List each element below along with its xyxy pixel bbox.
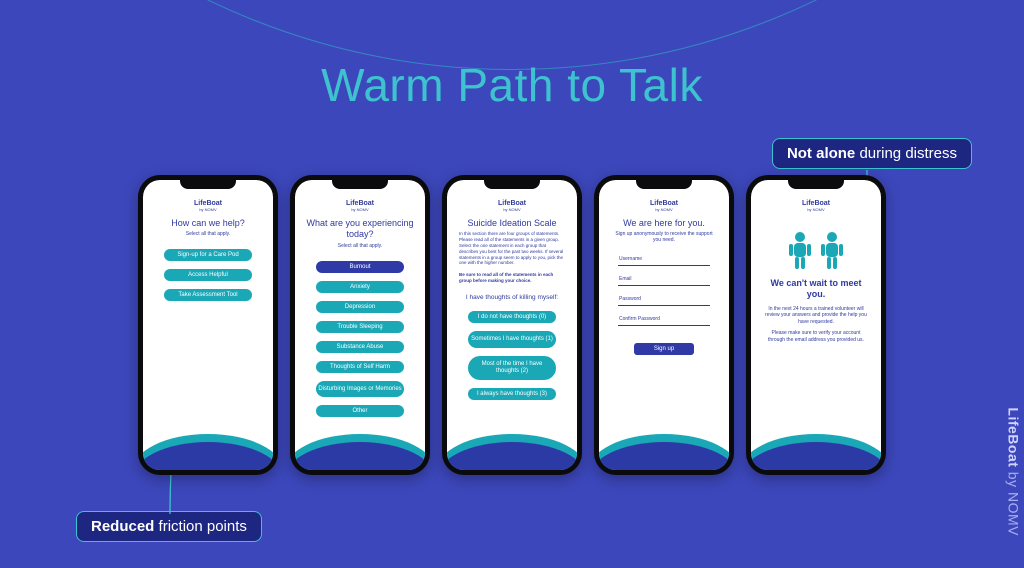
answer-1[interactable]: Sometimes I have thoughts (1) — [468, 331, 556, 348]
username-field[interactable]: Username — [618, 256, 710, 266]
screen-how-can-we-help: LifeBoat by NOMV How can we help? Select… — [143, 180, 273, 470]
side-brand-main: LifeBoat — [1006, 407, 1022, 467]
app-brand: LifeBoat — [650, 200, 678, 207]
app-brand-sub: by NOMV — [655, 207, 672, 212]
app-brand: LifeBoat — [498, 200, 526, 207]
option-self-harm[interactable]: Thoughts of Self Harm — [316, 361, 404, 373]
screen4-sub: Sign up anonymously to receive the suppo… — [605, 231, 723, 243]
screen3-question: I have thoughts of killing myself: — [462, 294, 562, 301]
screen5-title: We can't wait to meet you. — [757, 278, 875, 300]
option-access-helpful[interactable]: Access Helpful — [164, 269, 252, 281]
phone-notch — [788, 180, 844, 189]
phone-mockup-4: LifeBoat by NOMV We are here for you. Si… — [594, 175, 734, 475]
phone-mockup-5: LifeBoat by NOMV We can't wait to meet y… — [746, 175, 886, 475]
phone-mockup-2: LifeBoat by NOMV What are you experienci… — [290, 175, 430, 475]
screen-meet-you: LifeBoat by NOMV We can't wait to meet y… — [751, 180, 881, 470]
screen5-p1: In the next 24 hours a trained volunteer… — [757, 306, 875, 326]
app-brand: LifeBoat — [194, 200, 222, 207]
option-burnout[interactable]: Burnout — [316, 261, 404, 273]
person-icon — [819, 230, 845, 270]
option-assessment-tool[interactable]: Take Assessment Tool — [164, 289, 252, 301]
screen2-sub: Select all that apply. — [338, 243, 382, 249]
answer-3[interactable]: I always have thoughts (3) — [468, 388, 556, 400]
screen5-p2: Please make sure to verify your account … — [757, 330, 875, 343]
phone-mockup-1: LifeBoat by NOMV How can we help? Select… — [138, 175, 278, 475]
person-icon — [787, 230, 813, 270]
app-brand-sub: by NOMV — [351, 207, 368, 212]
phone-row: LifeBoat by NOMV How can we help? Select… — [138, 175, 886, 475]
phone-notch — [332, 180, 388, 189]
confirm-password-field[interactable]: Confirm Password — [618, 316, 710, 326]
option-substance-abuse[interactable]: Substance Abuse — [316, 341, 404, 353]
answer-2[interactable]: Most of the time I have thoughts (2) — [468, 356, 556, 380]
screen3-bold-note: Be sure to read all of the statements in… — [453, 272, 571, 284]
screen1-sub: Select all that apply. — [186, 231, 230, 237]
email-field[interactable]: Email — [618, 276, 710, 286]
option-care-pod[interactable]: Sign-up for a Care Pod — [164, 249, 252, 261]
app-brand-sub: by NOMV — [807, 207, 824, 212]
phone-mockup-3: LifeBoat by NOMV Suicide Ideation Scale … — [442, 175, 582, 475]
phone-notch — [180, 180, 236, 189]
option-anxiety[interactable]: Anxiety — [316, 281, 404, 293]
people-illustration — [787, 230, 845, 270]
answer-0[interactable]: I do not have thoughts (0) — [468, 311, 556, 323]
screen1-title: How can we help? — [167, 218, 249, 229]
app-brand: LifeBoat — [346, 200, 374, 207]
option-depression[interactable]: Depression — [316, 301, 404, 313]
app-brand-sub: by NOMV — [503, 207, 520, 212]
screen-signup: LifeBoat by NOMV We are here for you. Si… — [599, 180, 729, 470]
screen-ideation-scale: LifeBoat by NOMV Suicide Ideation Scale … — [447, 180, 577, 470]
phone-notch — [484, 180, 540, 189]
side-brand: LifeBoat by NOMV — [1006, 407, 1022, 536]
option-disturbing-images[interactable]: Disturbing Images or Memories — [316, 381, 404, 398]
phone-notch — [636, 180, 692, 189]
option-other[interactable]: Other — [316, 405, 404, 417]
screen-experiencing: LifeBoat by NOMV What are you experienci… — [295, 180, 425, 470]
signup-button[interactable]: Sign up — [634, 343, 694, 355]
screen2-title: What are you experiencing today? — [301, 218, 419, 241]
app-brand-sub: by NOMV — [199, 207, 216, 212]
screen3-paragraph: In this section there are four groups of… — [453, 231, 571, 266]
app-brand: LifeBoat — [802, 200, 830, 207]
option-trouble-sleeping[interactable]: Trouble Sleeping — [316, 321, 404, 333]
screen4-title: We are here for you. — [619, 218, 709, 229]
side-brand-rest: by NOMV — [1006, 467, 1022, 536]
screen3-title: Suicide Ideation Scale — [463, 218, 560, 229]
password-field[interactable]: Password — [618, 296, 710, 306]
